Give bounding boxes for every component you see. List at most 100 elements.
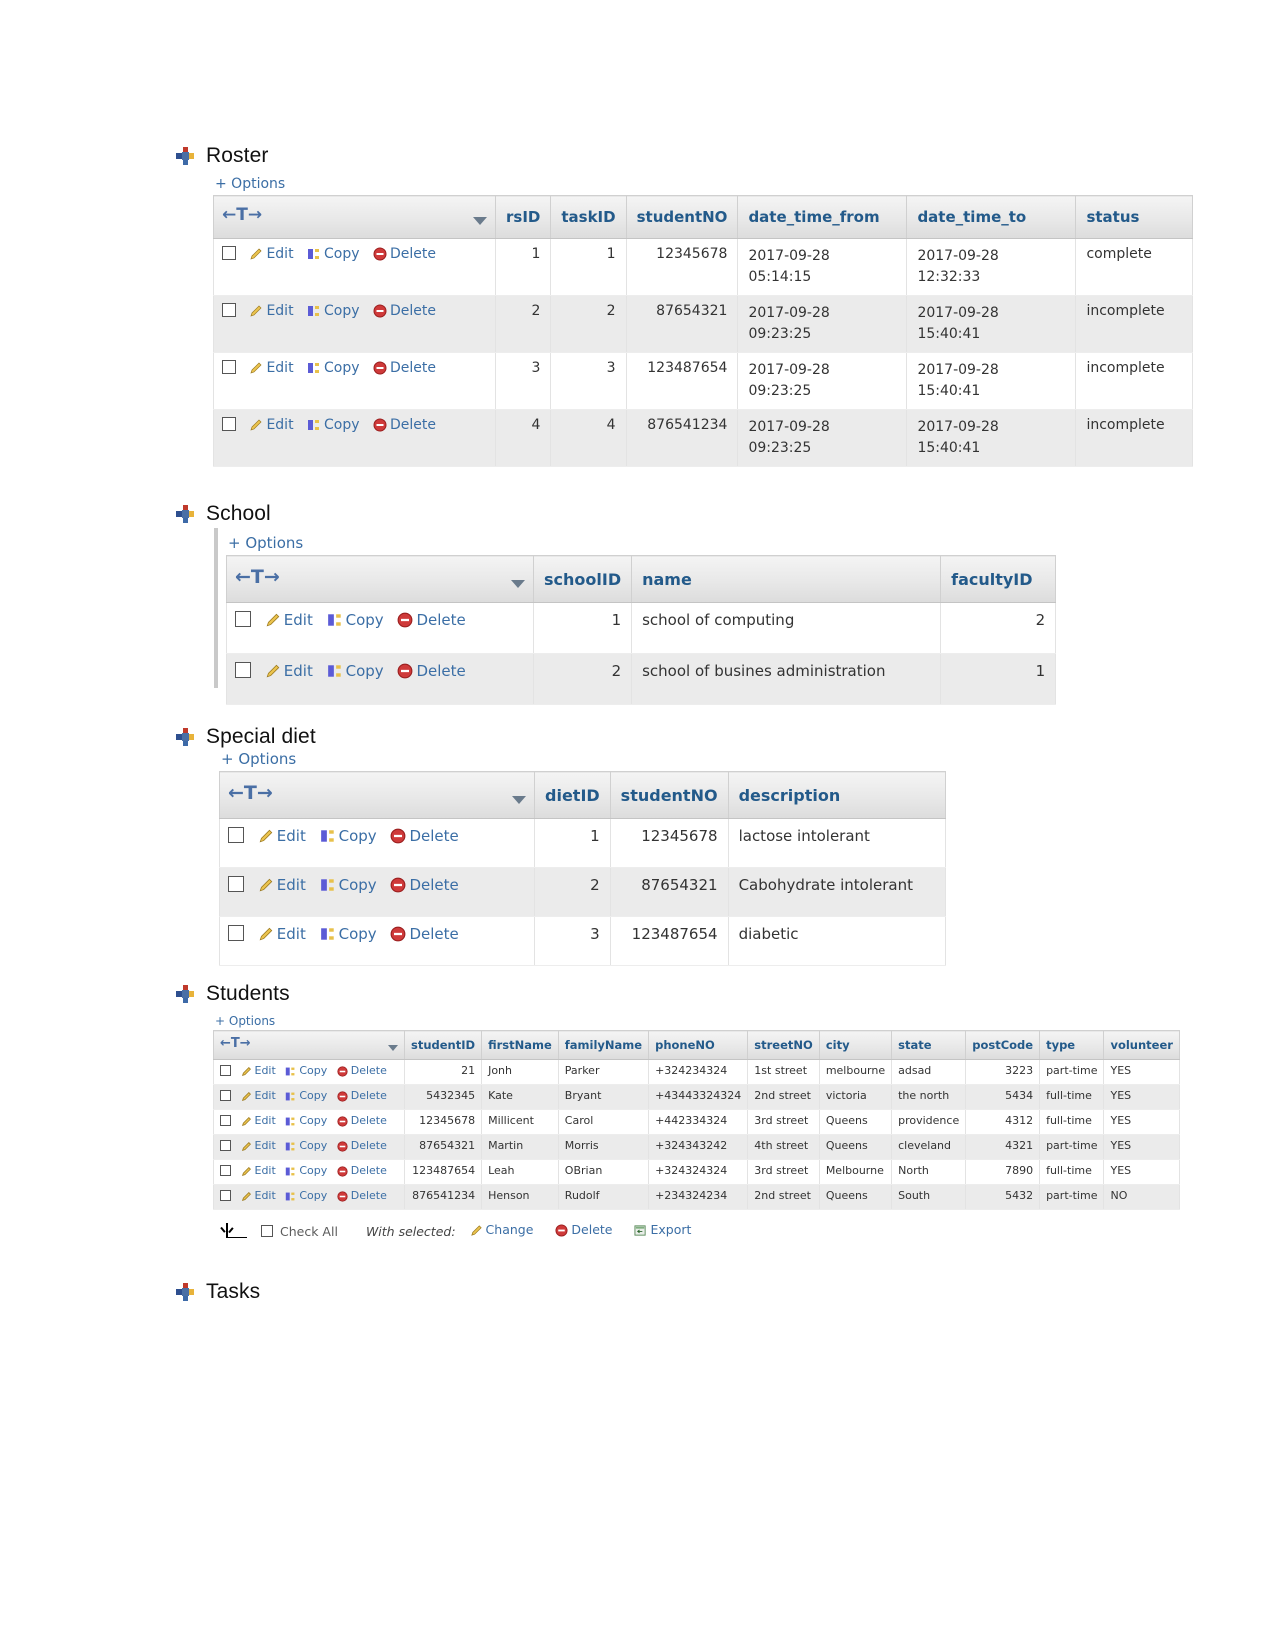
row-checkbox[interactable] [220,1115,231,1126]
row-actions[interactable]: Edit Copy Delete [213,409,496,467]
copy-action[interactable]: Copy [320,925,377,946]
delete-action[interactable]: Delete [390,925,459,946]
delete-action[interactable]: Delete [337,1114,387,1130]
row-actions[interactable]: Edit Copy Delete [213,295,496,353]
col-studentno[interactable]: studentNO [609,771,729,819]
col-facultyid[interactable]: facultyID [940,555,1057,603]
row-actions[interactable]: Edit Copy Delete [213,1134,405,1160]
col-state[interactable]: state [891,1030,967,1060]
chevron-down-icon[interactable] [511,573,525,592]
row-actions[interactable]: Edit Copy Delete [219,818,535,868]
sort-arrows-icon[interactable]: ←T→ [220,1036,251,1051]
copy-action[interactable]: Copy [307,360,360,379]
copy-action[interactable]: Copy [285,1064,327,1080]
edit-action[interactable]: Edit [258,827,306,848]
row-actions[interactable]: Edit Copy Delete [213,238,496,296]
copy-action[interactable]: Copy [327,611,384,632]
delete-action[interactable]: Delete [373,417,436,436]
delete-action[interactable]: Delete [373,360,436,379]
delete-selected-action[interactable]: Delete [555,1222,612,1240]
export-action[interactable]: Export [634,1222,691,1240]
col-familyname[interactable]: familyName [557,1030,650,1060]
delete-action[interactable]: Delete [373,246,436,265]
edit-action[interactable]: Edit [258,925,306,946]
chevron-down-icon[interactable] [388,1040,398,1054]
row-checkbox[interactable] [228,925,244,941]
table-row[interactable]: Edit Copy Delete 5432345 Kate Bryant +43… [213,1084,1180,1110]
edit-action[interactable]: Edit [249,360,294,379]
row-actions[interactable]: Edit Copy Delete [213,352,496,410]
table-row[interactable]: Edit Copy Delete 2 2 87654321 2017-09-28… [213,295,1194,353]
col-description[interactable]: description [727,771,946,819]
edit-action[interactable]: Edit [249,303,294,322]
check-all-checkbox[interactable] [261,1225,273,1237]
delete-action[interactable]: Delete [390,827,459,848]
table-row[interactable]: Edit Copy Delete 1 school of computing 2 [226,602,1057,654]
row-actions[interactable]: Edit Copy Delete [213,1159,405,1185]
row-checkbox[interactable] [228,827,244,843]
copy-action[interactable]: Copy [307,246,360,265]
chevron-down-icon[interactable] [473,211,487,229]
delete-action[interactable]: Delete [337,1139,387,1155]
edit-action[interactable]: Edit [265,662,313,683]
edit-action[interactable]: Edit [241,1164,276,1180]
delete-action[interactable]: Delete [337,1164,387,1180]
edit-action[interactable]: Edit [241,1089,276,1105]
options-link-special-diet[interactable]: + Options [219,750,946,768]
table-row[interactable]: Edit Copy Delete 21 Jonh Parker +3242343… [213,1059,1180,1085]
table-row[interactable]: Edit Copy Delete 12345678 Millicent Caro… [213,1109,1180,1135]
col-date-time-from[interactable]: date_time_from [737,195,908,239]
row-checkbox[interactable] [222,417,236,431]
table-row[interactable]: Edit Copy Delete 2 87654321 Cabohydrate … [219,867,946,917]
col-name[interactable]: name [631,555,942,603]
edit-action[interactable]: Edit [241,1114,276,1130]
chevron-down-icon[interactable] [512,789,526,808]
copy-action[interactable]: Copy [327,662,384,683]
sort-control-header[interactable]: ←T→ [213,1030,405,1060]
sort-control-header[interactable]: ←T→ [213,195,496,239]
col-studentid[interactable]: studentID [403,1030,483,1060]
table-row[interactable]: Edit Copy Delete 123487654 Leah OBrian +… [213,1159,1180,1185]
delete-action[interactable]: Delete [337,1189,387,1205]
delete-action[interactable]: Delete [397,662,466,683]
options-link-roster[interactable]: + Options [213,176,1193,192]
col-status[interactable]: status [1075,195,1194,239]
copy-action[interactable]: Copy [307,303,360,322]
copy-action[interactable]: Copy [285,1114,327,1130]
row-checkbox[interactable] [220,1065,231,1076]
edit-action[interactable]: Edit [249,246,294,265]
table-row[interactable]: Edit Copy Delete 1 1 12345678 2017-09-28… [213,238,1194,296]
row-actions[interactable]: Edit Copy Delete [219,916,535,966]
sort-arrows-icon[interactable]: ←T→ [235,566,280,588]
col-taskid[interactable]: taskID [550,195,627,239]
row-actions[interactable]: Edit Copy Delete [226,653,534,705]
sort-control-header[interactable]: ←T→ [226,555,534,603]
copy-action[interactable]: Copy [285,1089,327,1105]
change-action[interactable]: Change [470,1222,533,1240]
row-checkbox[interactable] [228,876,244,892]
row-checkbox[interactable] [235,662,251,678]
delete-action[interactable]: Delete [337,1089,387,1105]
col-type[interactable]: type [1039,1030,1105,1060]
copy-action[interactable]: Copy [320,827,377,848]
row-actions[interactable]: Edit Copy Delete [226,602,534,654]
sort-arrows-icon[interactable]: ←T→ [222,205,262,225]
copy-action[interactable]: Copy [285,1189,327,1205]
row-checkbox[interactable] [222,303,236,317]
table-row[interactable]: Edit Copy Delete 3 3 123487654 2017-09-2… [213,352,1194,410]
table-row[interactable]: Edit Copy Delete 2 school of busines adm… [226,653,1057,705]
row-actions[interactable]: Edit Copy Delete [213,1109,405,1135]
col-volunteer[interactable]: volunteer [1103,1030,1180,1060]
row-checkbox[interactable] [220,1165,231,1176]
edit-action[interactable]: Edit [249,417,294,436]
options-link-school[interactable]: + Options [226,534,1056,552]
row-actions[interactable]: Edit Copy Delete [219,867,535,917]
copy-action[interactable]: Copy [320,876,377,897]
row-actions[interactable]: Edit Copy Delete [213,1059,405,1085]
table-row[interactable]: Edit Copy Delete 4 4 876541234 2017-09-2… [213,409,1194,467]
row-actions[interactable]: Edit Copy Delete [213,1084,405,1110]
table-row[interactable]: Edit Copy Delete 1 12345678 lactose into… [219,818,946,868]
col-dietid[interactable]: dietID [534,771,611,819]
edit-action[interactable]: Edit [265,611,313,632]
row-checkbox[interactable] [222,360,236,374]
